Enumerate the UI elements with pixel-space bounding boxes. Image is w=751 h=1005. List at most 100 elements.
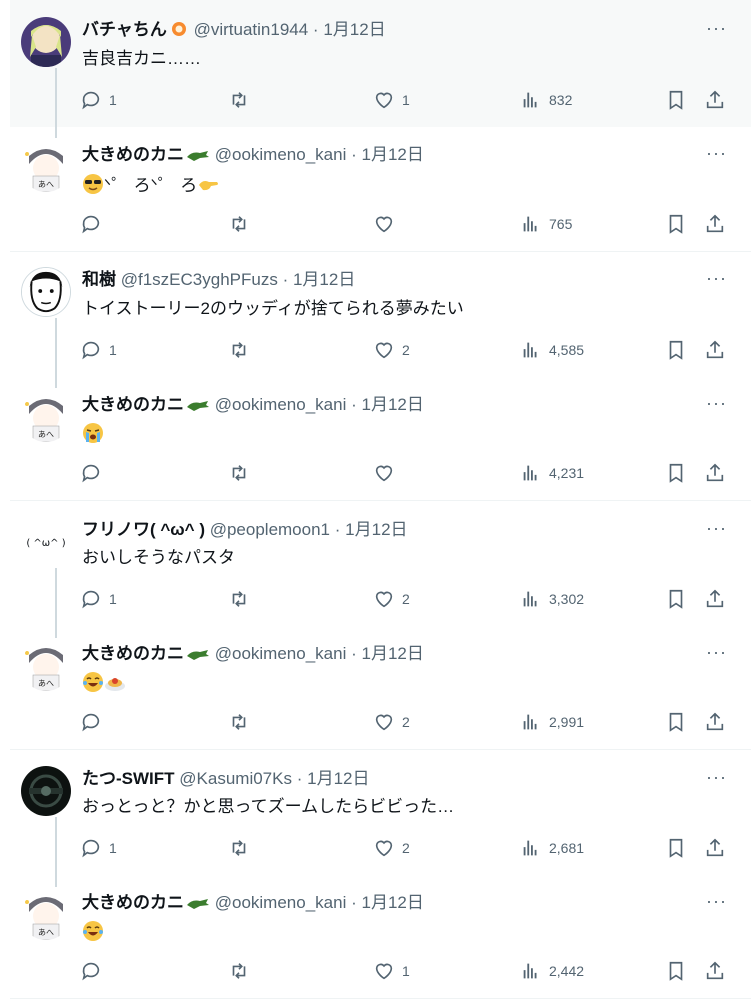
display-name[interactable]: たつ-SWIFT: [82, 769, 175, 788]
bookmark-button[interactable]: [665, 338, 687, 362]
user-handle[interactable]: @ookimeno_kani: [215, 395, 347, 414]
avatar[interactable]: あへ: [21, 641, 71, 691]
action-bar: 1 2 2,681: [80, 836, 750, 860]
avatar[interactable]: あへ: [21, 142, 71, 192]
avatar[interactable]: ( ^ω^ ): [21, 517, 71, 567]
avatar-kaomoji: ( ^ω^ ): [26, 538, 65, 549]
post-date[interactable]: 1月12日: [361, 395, 423, 414]
user-handle[interactable]: @ookimeno_kani: [215, 145, 347, 164]
user-handle[interactable]: @ookimeno_kani: [215, 893, 347, 912]
more-icon[interactable]: ···: [706, 518, 727, 539]
more-icon[interactable]: ···: [706, 143, 727, 164]
avatar-image: あへ: [21, 641, 71, 691]
reply-button[interactable]: [80, 461, 109, 485]
views-button[interactable]: 2,681: [520, 836, 584, 860]
bookmark-button[interactable]: [665, 212, 687, 236]
share-button[interactable]: [704, 338, 726, 362]
display-name[interactable]: バチャちん: [82, 20, 167, 39]
retweet-button[interactable]: [228, 587, 250, 611]
views-count: 4,585: [549, 342, 585, 358]
post-date[interactable]: 1月12日: [361, 145, 423, 164]
avatar-image: [21, 17, 71, 67]
retweet-button[interactable]: [228, 959, 250, 983]
user-handle[interactable]: @f1szEC3yghPFuzs: [121, 270, 278, 289]
share-button[interactable]: [704, 710, 726, 734]
share-button[interactable]: [704, 587, 726, 611]
like-button[interactable]: 2: [373, 338, 410, 362]
like-button[interactable]: [373, 461, 402, 485]
share-button[interactable]: [704, 212, 726, 236]
avatar[interactable]: [21, 267, 71, 317]
views-button[interactable]: 2,442: [520, 959, 584, 983]
post-date[interactable]: 1月12日: [361, 644, 423, 663]
avatar[interactable]: [21, 766, 71, 816]
like-button[interactable]: 2: [373, 836, 410, 860]
views-button[interactable]: 2,991: [520, 710, 584, 734]
avatar[interactable]: あへ: [21, 392, 71, 442]
tears-of-joy-emoji-icon: [83, 921, 103, 941]
bookmark-button[interactable]: [665, 710, 687, 734]
like-button[interactable]: 1: [373, 88, 410, 112]
display-name[interactable]: 大きめのカニ: [82, 145, 184, 164]
more-icon[interactable]: ···: [706, 767, 727, 788]
views-button[interactable]: 765: [520, 212, 572, 236]
display-name[interactable]: 大きめのカニ: [82, 893, 184, 912]
retweet-button[interactable]: [228, 338, 250, 362]
views-button[interactable]: 4,231: [520, 461, 584, 485]
user-handle[interactable]: @ookimeno_kani: [215, 644, 347, 663]
display-name[interactable]: 和樹: [82, 270, 116, 289]
more-icon[interactable]: ···: [706, 393, 727, 414]
views-button[interactable]: 4,585: [520, 338, 584, 362]
like-button[interactable]: [373, 212, 402, 236]
more-icon[interactable]: ···: [706, 18, 727, 39]
post-date[interactable]: 1月12日: [345, 520, 407, 539]
retweet-button[interactable]: [228, 461, 250, 485]
share-button[interactable]: [704, 88, 726, 112]
reply-count: 1: [109, 342, 117, 358]
svg-text:あへ: あへ: [38, 679, 54, 688]
user-handle[interactable]: @virtuatin1944: [194, 20, 309, 39]
reply-button[interactable]: [80, 212, 109, 236]
like-button[interactable]: 2: [373, 587, 410, 611]
reply-button[interactable]: 1: [80, 88, 117, 112]
reply-button[interactable]: 1: [80, 338, 117, 362]
avatar[interactable]: あへ: [21, 890, 71, 940]
bookmark-button[interactable]: [665, 461, 687, 485]
bookmark-button[interactable]: [665, 959, 687, 983]
reply-button[interactable]: [80, 710, 109, 734]
post-date[interactable]: 1月12日: [361, 893, 423, 912]
post-header: 大きめのカニ @ookimeno_kani · 1月12日: [82, 892, 424, 914]
retweet-button[interactable]: [228, 88, 250, 112]
reply-button[interactable]: 1: [80, 836, 117, 860]
share-button[interactable]: [704, 836, 726, 860]
post-date[interactable]: 1月12日: [293, 270, 355, 289]
bookmark-button[interactable]: [665, 88, 687, 112]
share-button[interactable]: [704, 959, 726, 983]
user-handle[interactable]: @Kasumi07Ks: [179, 769, 292, 788]
post-divider: [10, 998, 751, 999]
user-handle[interactable]: @peoplemoon1: [210, 520, 330, 539]
post-date[interactable]: 1月12日: [307, 769, 369, 788]
post-date[interactable]: 1月12日: [323, 20, 385, 39]
more-icon[interactable]: ···: [706, 642, 727, 663]
views-button[interactable]: 832: [520, 88, 572, 112]
more-icon[interactable]: ···: [706, 891, 727, 912]
views-count: 765: [549, 216, 573, 232]
avatar[interactable]: [21, 17, 71, 67]
share-button[interactable]: [704, 461, 726, 485]
like-button[interactable]: 1: [373, 959, 410, 983]
retweet-button[interactable]: [228, 212, 250, 236]
retweet-button[interactable]: [228, 710, 250, 734]
bookmark-button[interactable]: [665, 587, 687, 611]
retweet-button[interactable]: [228, 836, 250, 860]
bookmark-button[interactable]: [665, 836, 687, 860]
more-icon[interactable]: ···: [706, 268, 727, 289]
views-button[interactable]: 3,302: [520, 587, 584, 611]
reply-button[interactable]: [80, 959, 109, 983]
display-name[interactable]: 大きめのカニ: [82, 644, 184, 663]
like-button[interactable]: 2: [373, 710, 410, 734]
share-icon: [706, 961, 724, 980]
display-name[interactable]: フリノワ( ^ω^ ): [82, 520, 205, 539]
display-name[interactable]: 大きめのカニ: [82, 395, 184, 414]
reply-button[interactable]: 1: [80, 587, 117, 611]
